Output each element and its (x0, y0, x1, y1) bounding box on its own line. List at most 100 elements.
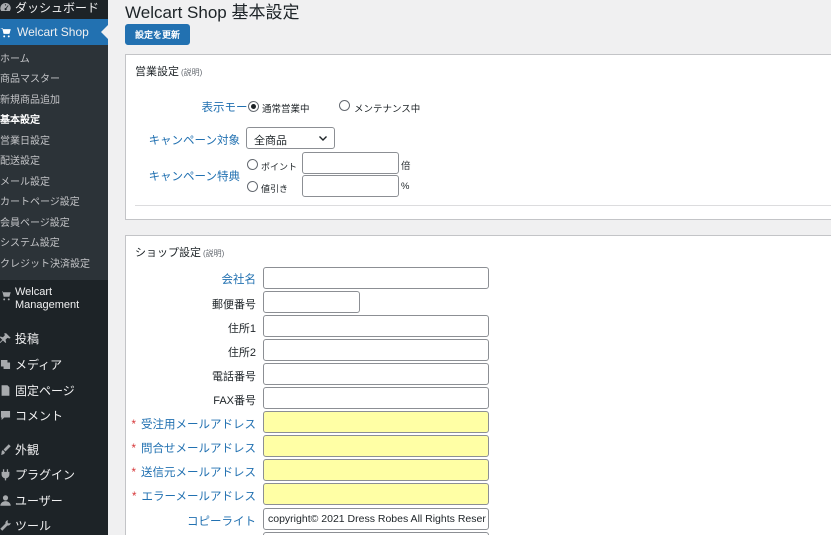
company-name-input[interactable] (263, 267, 489, 289)
address1-input[interactable] (263, 315, 489, 337)
business-settings-help-link[interactable]: (説明) (181, 68, 202, 77)
address2-label: 住所2 (227, 347, 256, 359)
fax-input[interactable] (263, 387, 489, 409)
fax-label: FAX番号 (213, 395, 256, 407)
menu-comments[interactable]: コメント (0, 403, 108, 427)
inquiry-email-input[interactable] (263, 435, 489, 457)
business-settings-heading: 営業設定 (135, 66, 179, 78)
menu-welcart-shop[interactable]: Welcart Shop (0, 19, 108, 45)
order-email-input[interactable] (263, 411, 489, 433)
menu-users[interactable]: ユーザー (0, 488, 108, 512)
menu-pages[interactable]: 固定ページ (0, 378, 108, 402)
campaign-target-label: キャンペーン対象 (148, 135, 240, 147)
main-content: Welcart Shop 基本設定 設定を更新 営業設定 (説明) 表示モード 通… (108, 0, 831, 535)
page-title: Welcart Shop 基本設定 (125, 3, 300, 22)
submenu-item-new-product[interactable]: 新規商品追加 (0, 93, 60, 109)
inquiry-email-label: * 問合せメールアドレス (131, 443, 256, 455)
address2-input[interactable] (263, 339, 489, 361)
radio-normal-operation-label: 通常営業中 (262, 104, 310, 115)
radio-normal-operation[interactable] (248, 101, 259, 112)
campaign-target-value: 全商品 (254, 135, 287, 147)
discount-unit: % (401, 181, 410, 192)
radio-maintenance-label: メンテナンス中 (354, 104, 421, 115)
chevron-down-icon (319, 136, 327, 141)
user-icon (0, 493, 12, 507)
required-mark: * (131, 419, 136, 431)
points-unit: 倍 (401, 161, 411, 172)
postal-code-input[interactable] (263, 291, 360, 313)
phone-input[interactable] (263, 363, 489, 385)
radio-points[interactable] (247, 159, 258, 170)
sender-email-input[interactable] (263, 459, 489, 481)
menu-media-label: メディア (15, 357, 63, 372)
wrench-icon (0, 518, 12, 532)
submenu-item-system[interactable]: システム設定 (0, 236, 60, 252)
menu-plugins-label: プラグイン (15, 467, 76, 482)
sender-email-label: * 送信元メールアドレス (131, 467, 256, 479)
company-name-label: 会社名 (221, 274, 257, 286)
cart-icon (0, 288, 12, 302)
update-settings-button[interactable]: 設定を更新 (125, 24, 190, 45)
plugin-icon (0, 467, 12, 481)
submenu-item-shipping[interactable]: 配送設定 (0, 154, 40, 170)
shop-settings-heading: ショップ設定 (135, 247, 201, 259)
business-settings-box: 営業設定 (説明) 表示モード 通常営業中 メンテナンス中 キャンペーン対象 全商… (125, 54, 831, 220)
menu-management-line2: Management (15, 299, 80, 311)
postal-code-label: 郵便番号 (212, 299, 256, 311)
section-divider (135, 205, 831, 206)
menu-comments-label: コメント (15, 408, 64, 423)
phone-label: 電話番号 (212, 371, 256, 383)
cart-icon (0, 25, 12, 39)
menu-welcart-management[interactable]: Welcart Management (0, 286, 108, 316)
menu-pages-label: 固定ページ (15, 383, 75, 398)
required-mark: * (131, 443, 136, 455)
discount-rate-input[interactable] (302, 175, 399, 197)
submenu-item-business-days[interactable]: 営業日設定 (0, 134, 50, 150)
pin-icon (0, 331, 12, 345)
menu-dashboard[interactable]: ダッシュボード (0, 0, 108, 19)
welcart-submenu: ホーム 商品マスター 新規商品追加 基本設定 営業日設定 配送設定 メール設定 … (0, 45, 108, 280)
submenu-item-mail[interactable]: メール設定 (0, 175, 50, 191)
menu-tools[interactable]: ツール (0, 513, 108, 535)
submenu-item-home[interactable]: ホーム (0, 52, 30, 68)
submenu-item-product-master[interactable]: 商品マスター (0, 72, 60, 88)
required-mark: * (131, 491, 137, 503)
shop-settings-help-link[interactable]: (説明) (203, 249, 224, 258)
submenu-item-member-page[interactable]: 会員ページ設定 (0, 216, 70, 232)
menu-tools-label: ツール (15, 518, 52, 533)
address1-label: 住所1 (227, 323, 256, 335)
radio-discount[interactable] (247, 181, 258, 192)
dashboard-icon (0, 0, 12, 14)
order-email-label: * 受注用メールアドレス (131, 419, 256, 431)
brush-icon (0, 442, 12, 456)
error-email-label: * エラーメールアドレス (131, 491, 256, 503)
campaign-benefit-label: キャンペーン特典 (148, 171, 240, 183)
page-icon (0, 383, 12, 397)
menu-plugins[interactable]: プラグイン (0, 462, 108, 486)
campaign-target-select[interactable]: 全商品 (246, 127, 335, 149)
admin-sidebar: ダッシュボード Welcart Shop ホーム 商品マスター 新規商品追加 基… (0, 0, 108, 535)
menu-media[interactable]: メディア (0, 352, 108, 376)
copyright-label: コピーライト (187, 516, 256, 528)
menu-welcart-shop-label: Welcart Shop (17, 25, 89, 39)
radio-maintenance[interactable] (339, 100, 350, 111)
shop-settings-title: ショップ設定 (説明) (135, 244, 224, 260)
required-mark: * (131, 467, 136, 479)
submenu-item-basic-settings[interactable]: 基本設定 (0, 113, 40, 129)
points-multiplier-input[interactable] (302, 152, 399, 174)
submenu-item-cart-page[interactable]: カートページ設定 (0, 195, 80, 211)
shop-settings-box: ショップ設定 (説明) 会社名 郵便番号 住所1 住所2 電話番号 FAX番号 *… (125, 235, 831, 535)
submenu-item-credit-payment[interactable]: クレジット決済設定 (0, 257, 90, 273)
menu-posts-label: 投稿 (15, 331, 40, 346)
menu-appearance[interactable]: 外観 (0, 437, 108, 461)
menu-users-label: ユーザー (15, 493, 63, 508)
radio-points-label: ポイント (261, 162, 298, 172)
copyright-input[interactable]: copyright© 2021 Dress Robes All Rights R… (263, 508, 489, 530)
menu-posts[interactable]: 投稿 (0, 326, 108, 350)
menu-dashboard-label: ダッシュボード (15, 0, 100, 15)
menu-appearance-label: 外観 (15, 442, 40, 457)
error-email-input[interactable] (263, 483, 489, 505)
business-settings-title: 営業設定 (説明) (135, 63, 202, 79)
media-icon (0, 357, 12, 371)
radio-discount-label: 値引き (261, 184, 289, 194)
